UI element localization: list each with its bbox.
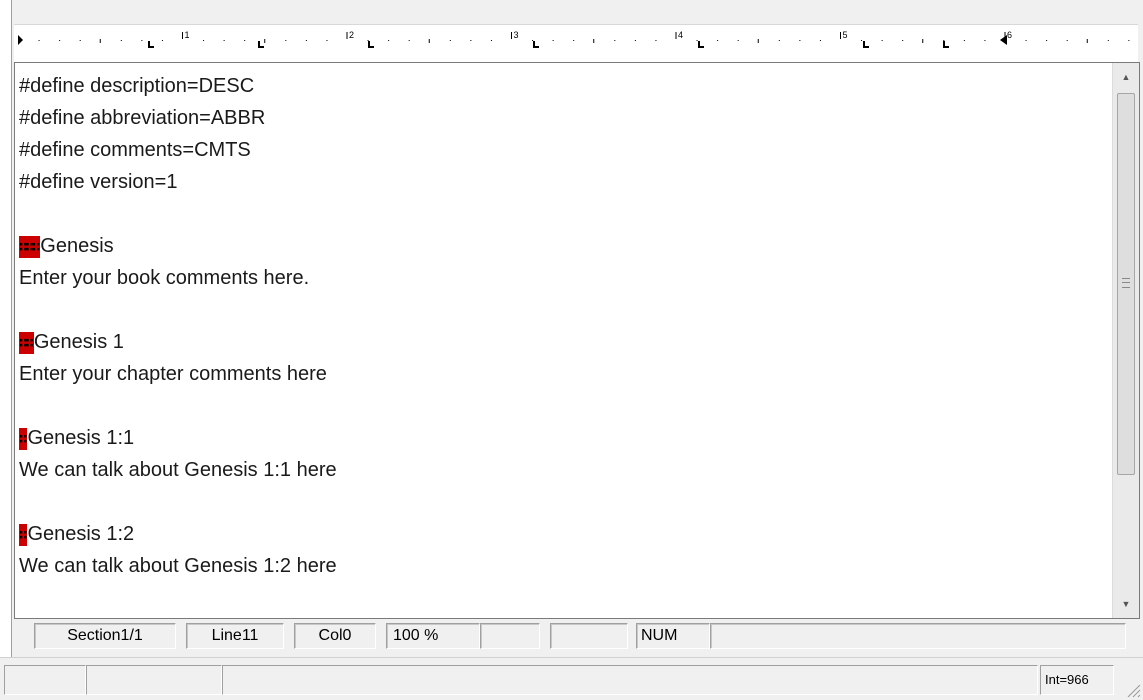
status-section: Section1/1 — [34, 623, 176, 649]
status-col: Col0 — [294, 623, 376, 649]
ruler[interactable]: 1 2 3 4 5 6 — [14, 24, 1138, 62]
editor-pane[interactable]: #define description=DESC #define abbrevia… — [14, 62, 1140, 619]
document-text[interactable]: #define description=DESC #define abbrevia… — [15, 63, 1113, 618]
document-line[interactable]: ∷ Genesis 1:1 — [19, 422, 1113, 454]
ruler-number: 4 — [678, 30, 683, 40]
ruler-number: 5 — [843, 30, 848, 40]
line-text: Genesis 1:1 — [27, 427, 135, 449]
document-line[interactable]: Enter your book comments here. — [19, 262, 1113, 294]
ruler-number: 2 — [349, 30, 354, 40]
line-text: We can talk about Genesis 1:2 here — [19, 555, 337, 577]
document-line[interactable]: #define version=1 — [19, 166, 1113, 198]
status2-pane-1 — [4, 665, 86, 695]
document-line[interactable]: We can talk about Genesis 1:2 here — [19, 550, 1113, 582]
line-text: Genesis 1:2 — [27, 523, 135, 545]
tab-stop-icon[interactable] — [258, 41, 264, 48]
grip-icon — [1122, 278, 1130, 288]
status2-pane-2 — [86, 665, 222, 695]
tab-stop-icon[interactable] — [368, 41, 374, 48]
document-line[interactable]: #define abbreviation=ABBR — [19, 102, 1113, 134]
document-line[interactable] — [19, 486, 1113, 518]
status-empty-1 — [480, 623, 540, 649]
document-line[interactable]: ∷∷∷ Genesis — [19, 230, 1113, 262]
document-line[interactable]: ∷ Genesis 1:2 — [19, 518, 1113, 550]
document-line[interactable]: We can talk about Genesis 1:1 here — [19, 454, 1113, 486]
level-marker-icon: ∷∷∷ — [19, 236, 40, 258]
toolbar-area — [12, 0, 1143, 22]
document-line[interactable]: ∷∷ Genesis 1 — [19, 326, 1113, 358]
left-indent-icon[interactable] — [18, 35, 23, 45]
ruler-number: 6 — [1007, 30, 1012, 40]
status-empty-3 — [710, 623, 1126, 649]
line-text: We can talk about Genesis 1:1 here — [19, 459, 337, 481]
line-text: Genesis 1 — [33, 331, 124, 353]
window-status-bar: Int=966 — [0, 657, 1143, 700]
line-text: #define comments=CMTS — [19, 139, 251, 161]
ruler-scale: 1 2 3 4 5 6 — [18, 30, 1130, 48]
status-line: Line11 — [186, 623, 284, 649]
status2-pane-3 — [222, 665, 1038, 695]
editor-status-bar: Section1/1 Line11 Col0 100 % NUM — [14, 620, 1140, 652]
vertical-scrollbar[interactable]: ▲ ▼ — [1112, 63, 1139, 618]
document-line[interactable]: Enter your chapter comments here — [19, 358, 1113, 390]
scroll-up-icon[interactable]: ▲ — [1113, 63, 1139, 91]
scroll-thumb[interactable] — [1117, 93, 1135, 475]
ruler-number: 3 — [514, 30, 519, 40]
line-text: Enter your book comments here. — [19, 267, 310, 289]
document-line[interactable]: #define comments=CMTS — [19, 134, 1113, 166]
document-line[interactable] — [19, 294, 1113, 326]
document-line[interactable] — [19, 390, 1113, 422]
window-left-edge — [0, 0, 12, 700]
ruler-number: 1 — [185, 30, 190, 40]
document-line[interactable]: #define description=DESC — [19, 70, 1113, 102]
tab-stop-icon[interactable] — [698, 41, 704, 48]
level-marker-icon: ∷∷ — [19, 332, 34, 354]
tab-stop-icon[interactable] — [148, 41, 154, 48]
line-text: #define abbreviation=ABBR — [19, 107, 266, 129]
resize-grip-icon[interactable] — [1123, 680, 1141, 698]
status-zoom: 100 % — [386, 623, 480, 649]
tab-stop-icon[interactable] — [943, 41, 949, 48]
tab-stop-icon[interactable] — [863, 41, 869, 48]
document-line[interactable] — [19, 198, 1113, 230]
status-empty-2 — [550, 623, 628, 649]
tab-stop-icon[interactable] — [533, 41, 539, 48]
right-indent-icon[interactable] — [1000, 35, 1007, 45]
scroll-down-icon[interactable]: ▼ — [1113, 590, 1139, 618]
status-int: Int=966 — [1040, 665, 1114, 695]
line-text: #define version=1 — [19, 171, 178, 193]
line-text: Enter your chapter comments here — [19, 363, 327, 385]
line-text: #define description=DESC — [19, 75, 255, 97]
line-text: Genesis — [40, 235, 114, 257]
status-num: NUM — [636, 623, 710, 649]
